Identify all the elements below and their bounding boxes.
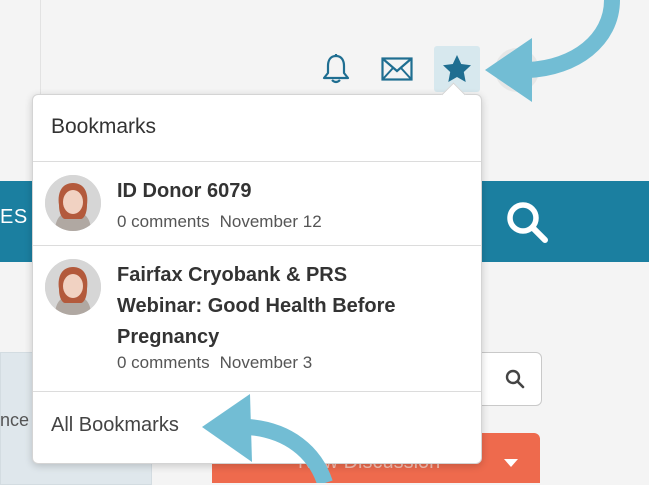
bookmark-title[interactable]: Fairfax Cryobank & PRS Webinar: Good Hea… (117, 260, 437, 353)
notifications-button[interactable] (313, 46, 359, 92)
page-divider (40, 0, 41, 100)
search-icon[interactable] (505, 369, 525, 389)
bookmark-meta: 0 comments November 12 (117, 212, 322, 232)
star-icon (443, 55, 471, 82)
comment-count: 0 comments (117, 212, 210, 231)
messages-button[interactable] (374, 46, 420, 92)
envelope-icon (381, 57, 413, 81)
search-icon[interactable] (505, 200, 549, 244)
bookmark-item[interactable]: Fairfax Cryobank & PRS Webinar: Good Hea… (33, 246, 481, 392)
nav-partial-text[interactable]: ES (0, 206, 28, 229)
comment-count: 0 comments (117, 353, 210, 372)
all-bookmarks-link[interactable]: All Bookmarks (51, 414, 179, 437)
bookmarks-dropdown: Bookmarks ID Donor 6079 0 comments Novemb… (32, 82, 482, 464)
chevron-down-icon[interactable] (504, 459, 518, 467)
bookmark-title[interactable]: ID Donor 6079 (117, 176, 437, 207)
avatar (45, 259, 101, 315)
bookmark-date: November 12 (219, 212, 322, 231)
dropdown-header: Bookmarks (33, 95, 481, 162)
bookmark-date: November 3 (219, 353, 313, 372)
bell-icon (322, 54, 350, 84)
arrow-to-star-icon (527, 0, 620, 78)
bookmark-item[interactable]: ID Donor 6079 0 comments November 12 (33, 162, 481, 246)
side-panel-text: nce (0, 410, 30, 430)
dropdown-footer: All Bookmarks (33, 392, 481, 462)
avatar (45, 175, 101, 231)
bookmark-meta: 0 comments November 3 (117, 353, 312, 373)
dropdown-title: Bookmarks (51, 115, 157, 138)
avatar-placeholder[interactable] (495, 48, 539, 92)
